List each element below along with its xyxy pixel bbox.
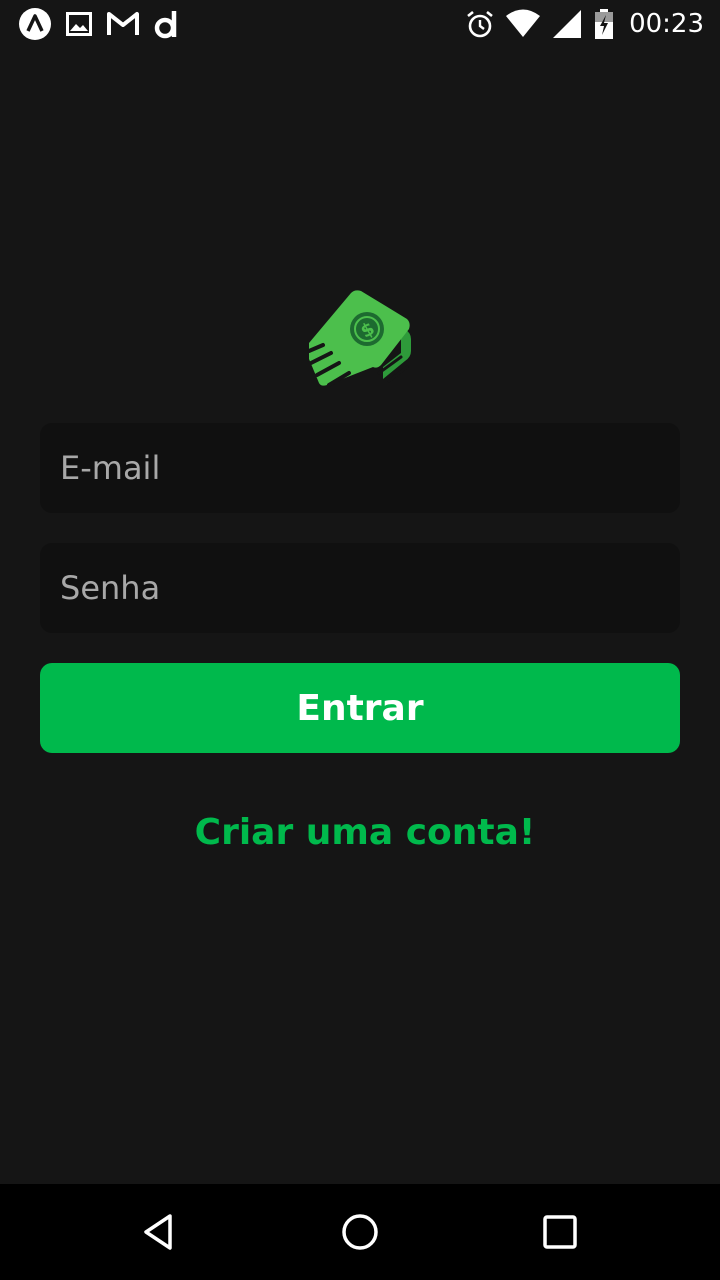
notification-icons [0, 0, 180, 48]
flying-money-icon: $ [307, 290, 411, 387]
status-time: 00:23 [629, 9, 704, 39]
home-icon [342, 1214, 378, 1250]
back-icon [144, 1214, 172, 1250]
system-icons: 00:23 [465, 0, 720, 48]
login-button[interactable]: Entrar [40, 663, 680, 753]
create-account-link[interactable]: Criar uma conta! [0, 812, 720, 853]
gmail-icon [107, 12, 139, 35]
money-bill-front: $ [307, 290, 410, 387]
home-button[interactable] [336, 1208, 384, 1256]
login-screen: 00:23 $ Entrar Criar uma conta! [0, 0, 720, 1280]
recents-button[interactable] [536, 1208, 584, 1256]
image-icon [66, 12, 92, 36]
alarm-icon [467, 10, 493, 38]
signal-icon [553, 10, 582, 38]
app-d-icon [154, 11, 177, 39]
email-input[interactable] [40, 423, 680, 513]
back-button[interactable] [136, 1208, 184, 1256]
recents-icon [543, 1215, 577, 1249]
wifi-icon [506, 9, 541, 37]
battery-charging-icon [595, 9, 614, 39]
password-input[interactable] [40, 543, 680, 633]
navigation-bar [0, 1184, 720, 1280]
login-button-label: Entrar [296, 687, 424, 729]
status-bar: 00:23 [0, 0, 720, 48]
arch-icon [19, 8, 51, 40]
